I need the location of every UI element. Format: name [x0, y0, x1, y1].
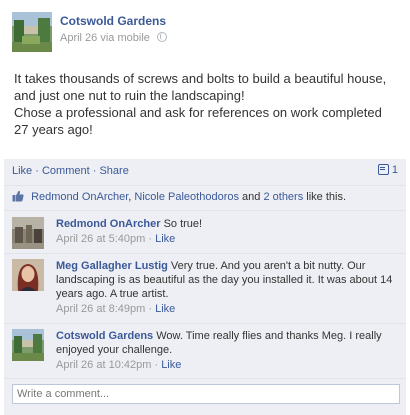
comment-like-button[interactable]: Like [155, 303, 175, 315]
divider [4, 378, 406, 379]
divider [4, 210, 406, 211]
comment-avatar[interactable] [12, 217, 44, 249]
likes-and: and [242, 191, 261, 203]
divider [4, 253, 406, 254]
comment-like-button[interactable]: Like [155, 233, 175, 245]
comment-author-link[interactable]: Redmond OnArcher [56, 218, 161, 230]
post-header: Cotswold Gardens April 26 via mobile [12, 12, 402, 52]
liker-link-2[interactable]: Nicole Paleothodoros [134, 191, 239, 203]
feedback-area: Like · Comment · Share 1 Redmond OnArche… [4, 159, 406, 415]
comment-body: Cotswold Gardens Wow. Time really flies … [56, 329, 402, 372]
comment-count-value: 1 [391, 164, 398, 176]
comment-meta-separator: · [148, 233, 153, 245]
share-button[interactable]: Share [99, 165, 128, 177]
comment-button[interactable]: Comment [42, 165, 90, 177]
comment-timestamp[interactable]: April 26 at 10:42pm [56, 359, 151, 371]
comment-timestamp[interactable]: April 26 at 8:49pm [56, 303, 145, 315]
comment-like-button[interactable]: Like [161, 359, 181, 371]
post-meta: April 26 via mobile [60, 32, 167, 44]
likes-suffix: like this. [306, 191, 347, 203]
post-via: via mobile [100, 32, 150, 44]
likes-summary: Redmond OnArcher, Nicole Paleothodoros a… [12, 190, 402, 206]
comment-composer[interactable] [12, 384, 400, 404]
action-separator: · [35, 165, 39, 177]
comment-avatar[interactable] [12, 329, 44, 361]
comment-text: So true! [163, 218, 203, 230]
comment-input[interactable] [13, 385, 399, 403]
post-message-line1: It takes thousands of screws and bolts t… [14, 71, 387, 103]
action-bar: Like · Comment · Share 1 [12, 164, 398, 179]
comment-item: Redmond OnArcher So true! April 26 at 5:… [12, 217, 402, 255]
comment-meta-separator: · [148, 303, 153, 315]
comment-author-link[interactable]: Cotswold Gardens [56, 330, 153, 342]
comment-author-link[interactable]: Meg Gallagher Lustig [56, 260, 168, 272]
comment-meta-separator: · [154, 359, 159, 371]
likes-separator: , [128, 191, 132, 203]
liker-link-1[interactable]: Redmond OnArcher [31, 191, 128, 203]
divider [4, 323, 406, 324]
comment-bubble-icon [377, 164, 389, 175]
like-button[interactable]: Like [12, 165, 32, 177]
comment-body: Meg Gallagher Lustig Very true. And you … [56, 259, 402, 316]
page-avatar[interactable] [12, 12, 52, 52]
divider [4, 185, 406, 186]
likes-others-link[interactable]: 2 others [263, 191, 303, 203]
action-separator: · [92, 165, 97, 177]
comment-avatar[interactable] [12, 259, 44, 291]
page-name-link[interactable]: Cotswold Gardens [60, 14, 166, 28]
audience-globe-icon [156, 32, 167, 42]
comment-timestamp[interactable]: April 26 at 5:40pm [56, 233, 145, 245]
comment-meta: April 26 at 5:40pm · Like [56, 232, 402, 246]
comment-body: Redmond OnArcher So true! April 26 at 5:… [56, 217, 402, 246]
comment-meta: April 26 at 10:42pm · Like [56, 358, 402, 372]
thumbs-up-icon [12, 190, 24, 202]
post-message: It takes thousands of screws and bolts t… [14, 70, 394, 138]
comment-count[interactable]: 1 [377, 164, 398, 176]
comment-item: Meg Gallagher Lustig Very true. And you … [12, 259, 402, 321]
comment-item: Cotswold Gardens Wow. Time really flies … [12, 329, 402, 379]
comment-meta: April 26 at 8:49pm · Like [56, 302, 402, 316]
post-message-line2: Chose a professional and ask for referen… [14, 105, 382, 137]
post-date-link[interactable]: April 26 [60, 32, 97, 44]
